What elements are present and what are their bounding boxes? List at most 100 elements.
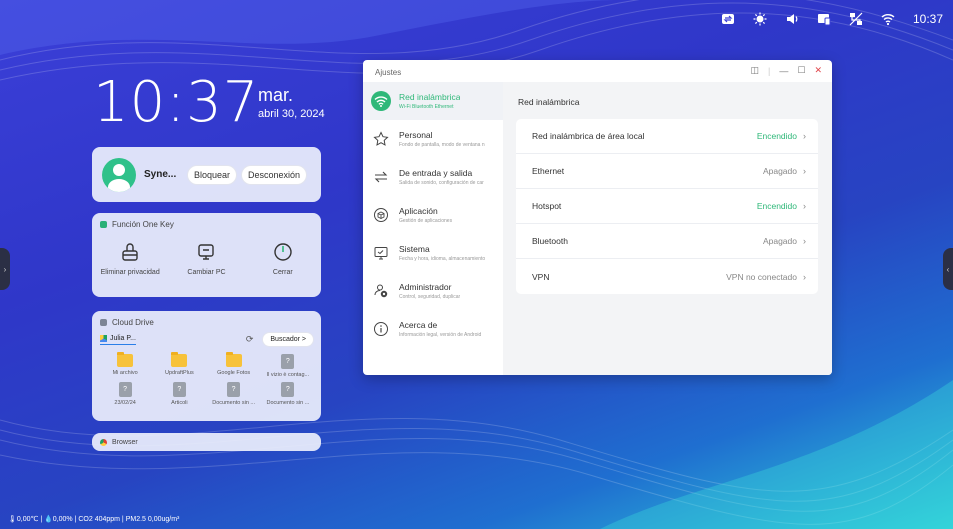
file-item[interactable]: ? 23/02/24 [98,382,152,406]
cloud-search-button[interactable]: Buscador > [263,333,313,346]
clock-time: 10:37 [93,70,260,135]
chevron-left-icon: ‹ [946,264,950,274]
wifi-icon[interactable] [881,12,895,26]
nav-item-admin[interactable]: Administrador Control, seguridad, duplica… [363,272,503,310]
nav-sub: Información legal, versión de Android [399,332,482,338]
nav-item-wireless[interactable]: Red inalámbrica Wi-Fi Bluetooth Ethernet [363,82,503,120]
chevron-right-icon: › [3,264,7,274]
document-icon: ? [227,382,241,397]
refresh-icon[interactable]: ⟳ [246,334,254,345]
divider: | [768,65,771,76]
split-view-icon[interactable]: ◫ [751,65,760,76]
minimize-icon[interactable]: — [779,66,788,76]
browser-title: Browser [112,438,138,446]
file-item[interactable]: Mi archivo [98,352,152,378]
row-bluetooth[interactable]: Bluetooth Apagado › [516,224,818,259]
chrome-icon [100,438,107,446]
file-name: 23/02/24 [114,400,136,406]
file-item[interactable]: ? Documento sin ... [261,382,315,406]
file-name: Mi archivo [112,370,138,376]
google-drive-icon [100,334,107,342]
row-ethernet[interactable]: Ethernet Apagado › [516,154,818,189]
row-value: Apagado [762,236,797,246]
swap-icon[interactable] [721,12,735,26]
nav-item-apps[interactable]: Aplicación Gestión de aplicaciones [363,196,503,234]
file-item[interactable]: UpdraftPlus [152,352,206,378]
nav-label: Red inalámbrica [399,92,461,102]
lock-button[interactable]: Bloquear [188,165,237,184]
logout-button[interactable]: Desconexión [242,165,307,184]
settings-window: Ajustes ◫ | — ☐ ✕ Red inalámbrica Wi-Fi B… [363,60,832,375]
row-hotspot[interactable]: Hotspot Encendido › [516,189,818,224]
maximize-icon[interactable]: ☐ [797,65,805,76]
nav-sub: Control, seguridad, duplicar [399,294,461,300]
status-time: 10:37 [912,12,943,26]
cloud-header: Cloud Drive [92,311,321,327]
cube-icon [371,205,391,225]
nav-label: De entrada y salida [399,168,473,178]
right-drawer-handle[interactable]: ‹ [943,248,953,290]
folder-icon [171,352,188,367]
admin-icon [371,281,391,301]
one-key-card: Función One Key Eliminar privacidad Camb… [92,213,321,297]
display-icon [371,243,391,263]
chevron-right-icon: › [803,271,806,282]
folder-icon [117,352,134,367]
user-name: Syne... [144,169,177,180]
chevron-right-icon: › [803,201,806,211]
document-icon: ? [118,382,132,397]
folder-icon [225,352,242,367]
row-label: Ethernet [532,166,565,176]
nav-item-about[interactable]: Acerca de Información legal, versión de A… [363,310,503,348]
nav-item-system[interactable]: Sistema Fecha y hora, idioma, almacenamie… [363,234,503,272]
nav-sub: Fondo de pantalla, modo de ventana n [399,142,485,148]
row-vpn[interactable]: VPN VPN no conectado › [516,259,818,294]
screen-share-icon[interactable] [817,12,831,26]
browser-card[interactable]: Browser [92,433,321,451]
date-day: mar. [258,85,294,105]
row-value: Encendido [756,131,797,141]
nav-label: Administrador [399,282,452,292]
document-icon: ? [172,382,186,397]
shutdown-label: Cerrar [272,269,293,276]
nav-sub: Salida de sonido, configuración de car [399,180,484,186]
content-title: Red inalámbrica [518,97,580,107]
file-name: Google Fotos [217,370,251,376]
brightness-icon[interactable] [753,12,767,26]
switch-pc-label: Cambiar PC [187,269,226,276]
avatar[interactable] [102,157,136,192]
nav-item-personal[interactable]: Personal Fondo de pantalla, modo de venta… [363,120,503,158]
nav-label: Acerca de [399,320,438,330]
file-name: Documento sin ... [266,400,310,406]
window-title: Ajustes [375,68,402,77]
file-item[interactable]: ? Articoli [152,382,206,406]
monitor-icon [195,241,217,263]
row-wlan[interactable]: Red inalámbrica de área local Encendido … [516,119,818,154]
row-value: Encendido [756,201,797,211]
nav-sub: Wi-Fi Bluetooth Ethernet [399,104,454,110]
sensor-readout: 🌡0,00℃ | 💧0,00% | CO2 404ppm | PM2.5 0,0… [8,516,180,523]
nav-label: Aplicación [399,206,438,216]
network-off-icon[interactable] [849,12,863,26]
switch-pc-button[interactable]: Cambiar PC [170,241,242,276]
close-icon[interactable]: ✕ [814,65,822,76]
file-name: UpdraftPlus [165,370,194,376]
row-label: Bluetooth [532,236,568,246]
file-name: Documento sin ... [212,400,256,406]
one-key-header: Función One Key [92,213,321,229]
left-drawer-handle[interactable]: › [0,248,10,290]
shutdown-button[interactable]: Cerrar [247,241,319,276]
file-item[interactable]: ? Il vizio è contag... [261,354,315,378]
chevron-right-icon: › [803,236,806,246]
file-item[interactable]: Google Fotos [207,352,261,378]
row-label: Red inalámbrica de área local [532,131,645,141]
volume-icon[interactable] [785,12,799,26]
nav-sub: Gestión de aplicaciones [399,218,453,224]
info-icon [371,319,391,339]
cloud-account-tab[interactable]: Julia P... [100,334,136,345]
clear-privacy-button[interactable]: Eliminar privacidad [94,241,166,276]
file-item[interactable]: ? Documento sin ... [207,382,261,406]
row-label: Hotspot [532,201,562,211]
status-bar: 10:37 [721,12,943,26]
nav-item-io[interactable]: De entrada y salida Salida de sonido, con… [363,158,503,196]
